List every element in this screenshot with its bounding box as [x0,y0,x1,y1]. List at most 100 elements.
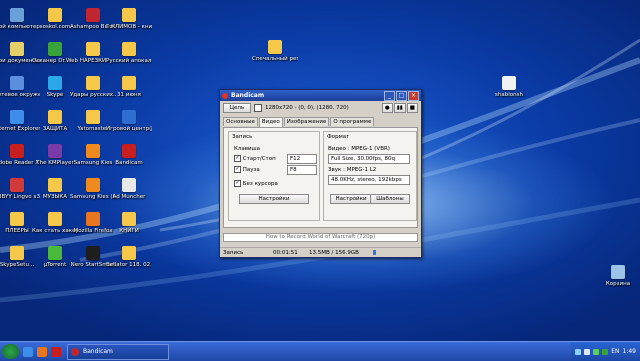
status-label: Запись [223,249,244,256]
desktop-icon-label: Спечальный репортаж [252,56,298,62]
firefox-quicklaunch-icon[interactable] [37,346,47,357]
start-stop-row[interactable]: ✓ Старт/Стоп [234,155,276,162]
audio-format-text: Звук : MPEG-1 L2 [328,167,377,173]
templates-button[interactable]: Шаблоны [370,194,410,204]
video-settings-panel: Запись Клавиша ✓ Старт/Стоп F12 ✓ Пауза … [223,127,418,228]
icon-russian-apocalypse[interactable]: Русский апокалипсис [106,42,152,65]
icon-games[interactable]: Игровой центр@Mail [106,110,152,133]
drweb-tray-icon[interactable] [602,348,609,355]
desktop-icon-label: 31 июня [117,92,141,98]
taskbar: Bandicam EN 1:49 [0,341,640,361]
start-stop-label: Старт/Стоп [242,156,276,162]
shield-tray-icon[interactable] [593,348,600,355]
format-settings-button[interactable]: Настройки [330,194,372,204]
icon-bandicam-icon [122,144,136,158]
icon-skypesetup-icon [10,246,24,260]
tab-image[interactable]: Изображение [283,117,330,126]
desktop-icon-label: Русский апокалипсис [106,58,152,64]
desktop-icon-label: Bandicam [115,160,143,166]
icon-firefox-icon [86,212,100,226]
pause-button[interactable]: ▮▮ [393,103,406,113]
tab-about[interactable]: О программе [330,117,375,126]
target-button[interactable]: Цель [223,103,251,113]
icon-bandicam[interactable]: Bandicam [106,144,152,167]
icon-reportazh[interactable]: Спечальный репортаж [252,40,298,63]
video-title-box[interactable]: How to Record World of Warcraft (720p) [223,233,418,242]
icon-udary-icon [86,76,100,90]
icon-klimov-book[interactable]: Г.КЛИМОВ - книги [106,8,152,31]
icon-recycle-bin[interactable]: Корзина [595,265,640,288]
status-size: 13.5MB / 156.9GB [309,249,359,256]
start-stop-key-field[interactable]: F12 [287,154,317,164]
stop-button[interactable]: ■ [406,103,418,113]
level-meter [373,250,376,255]
icon-hacker-icon [48,212,62,226]
minimize-icon[interactable]: _ [384,90,395,101]
bandicam-window[interactable]: Bandicam _ □ × Цель 1280x720 - (0, 0), (… [219,89,422,258]
volume-tray-icon[interactable] [584,348,591,355]
icon-network-icon [10,76,24,90]
icon-russian-apocalypse-icon [122,42,136,56]
icon-abbyy-icon [10,178,24,192]
record-group-label: Запись [232,134,253,140]
desktop-icon-label: shablonsh [495,92,523,98]
taskbar-item-label: Bandicam [83,348,113,355]
icon-shablonsh[interactable]: shablonsh [486,76,532,99]
icon-drweb-icon [48,42,62,56]
desktop-icon-label: Ad Muncher [112,194,146,200]
desktop-icon-label: Корзина [605,281,631,287]
taskbar-item-bandicam[interactable]: Bandicam [67,343,169,360]
start-stop-checkbox[interactable]: ✓ [234,155,241,162]
format-group: Формат Видео : MPEG-1 (VBR) Full Size, 3… [323,131,417,221]
window-titlebar[interactable]: Bandicam _ □ × [220,90,421,101]
icon-admuncher-icon [122,178,136,192]
language-indicator[interactable]: EN [611,348,619,355]
pause-row[interactable]: ✓ Пауза [234,166,260,173]
icon-admuncher[interactable]: Ad Muncher [106,178,152,201]
icon-knigi[interactable]: КНИГИ [106,212,152,235]
icon-utorrent-icon [48,246,62,260]
icon-pleery-icon [10,212,24,226]
record-button[interactable]: ● [381,103,393,113]
target-text: 1280x720 - (0, 0), (1280, 720) [265,105,349,111]
no-cursor-label: Без курсора [242,181,278,187]
icon-adobe-reader-icon [10,144,24,158]
icon-bellator[interactable]: Bellator 118. 02.05.20... [106,246,152,269]
icon-games-icon [122,110,136,124]
icon-31-june[interactable]: 31 июня [106,76,152,99]
maximize-icon[interactable]: □ [396,90,407,101]
icon-recycle-bin-icon [611,265,625,279]
desktop-icon-label: Игровой центр@Mail [106,126,152,132]
network-tray-icon[interactable] [575,348,582,355]
pause-checkbox[interactable]: ✓ [234,166,241,173]
icon-ashampoo-icon [86,8,100,22]
icon-reportazh-icon [268,40,282,54]
pause-key-field[interactable]: F8 [287,165,317,175]
icon-my-computer-icon [10,8,24,22]
close-icon[interactable]: × [408,90,419,101]
bandicam-taskbar-icon [71,347,79,356]
target-icon [254,104,262,112]
icon-skype-icon [48,76,62,90]
desktop-icon-label: Г.КЛИМОВ - книги [106,24,152,30]
no-cursor-checkbox[interactable]: ✓ [234,180,241,187]
icon-shablonsh-icon [502,76,516,90]
start-button[interactable] [2,344,19,359]
icon-zaschita-icon [48,110,62,124]
icon-nero-icon [86,246,100,260]
tab-general[interactable]: Основные [223,117,258,126]
record-settings-button[interactable]: Настройки [239,194,309,204]
icon-knigi-icon [122,212,136,226]
media-quicklaunch-icon[interactable] [51,346,61,357]
icon-narezki-icon [86,42,100,56]
icon-samsung-kies-lite-icon [86,178,100,192]
no-cursor-row[interactable]: ✓ Без курсора [234,180,278,187]
tab-video[interactable]: Видео [258,117,283,127]
clock[interactable]: 1:49 [623,348,636,355]
window-title: Bandicam [231,92,265,99]
status-bar: Запись 00:01:51 13.5MB / 156.9GB [220,247,421,257]
ie-quicklaunch-icon[interactable] [23,346,33,357]
system-tray: EN 1:49 [571,342,640,361]
hotkey-label: Клавиша [234,146,261,152]
video-detail-field: Full Size, 30.00fps, 80q [328,154,410,164]
